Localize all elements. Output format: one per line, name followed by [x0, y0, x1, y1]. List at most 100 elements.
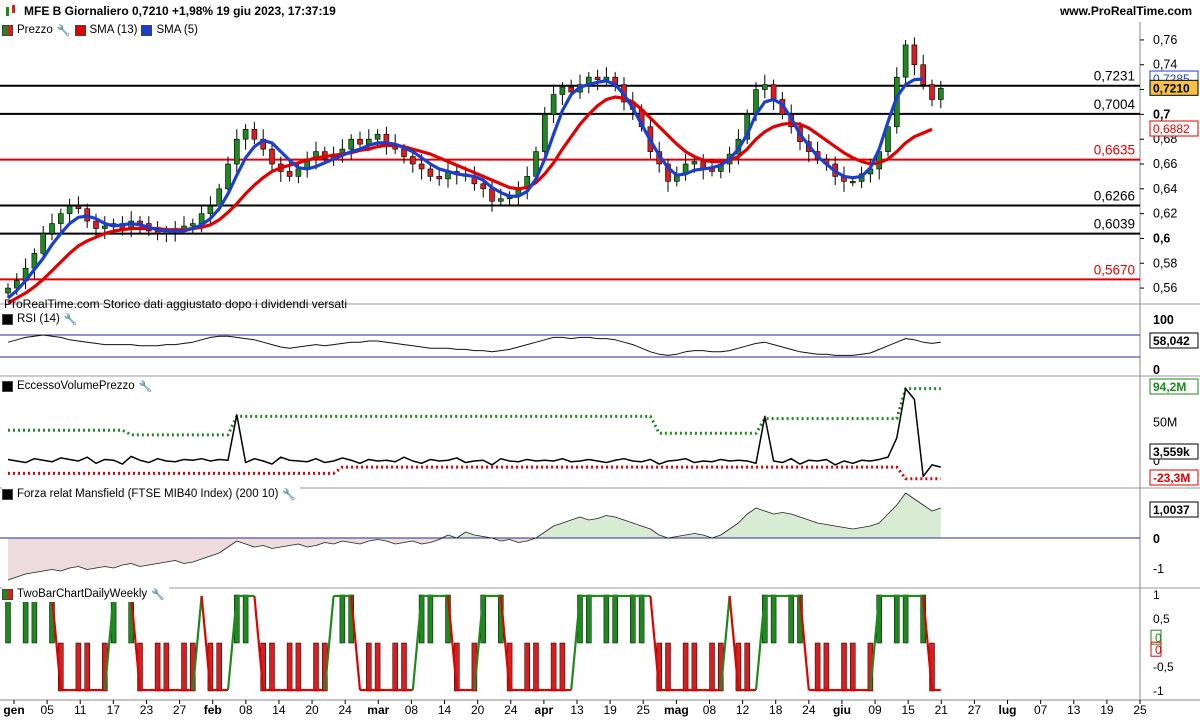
x-tick-label: 18: [769, 703, 783, 717]
candle-body: [594, 76, 601, 80]
x-tick-label: 24: [504, 703, 518, 717]
twobar-bar: [181, 642, 187, 692]
volume-main-line: [7, 387, 941, 478]
twobar-bar: [163, 642, 170, 692]
x-tick-label: 23: [140, 703, 154, 717]
twobar-bar: [709, 642, 715, 692]
candle-body: [357, 138, 363, 145]
twobar-bar: [22, 594, 29, 644]
legend-rsi[interactable]: RSI (14): [17, 313, 60, 325]
rsi-badge: 58,042: [1153, 334, 1190, 348]
sma13-line: [7, 95, 933, 305]
twobar-legend: TwoBarChartDailyWeekly 🔧: [2, 586, 169, 602]
candle-body: [489, 188, 495, 202]
twobar-bar: [339, 594, 346, 644]
x-tick-label: 19: [1100, 703, 1114, 717]
volume-tick-label: 50M: [1153, 416, 1177, 430]
candle-body: [40, 233, 47, 254]
twobar-bar: [84, 642, 90, 692]
price-tick-label: 0,62: [1153, 207, 1177, 221]
legend-volume[interactable]: EccessoVolumePrezzo: [17, 380, 135, 392]
x-tick-label: 13: [1067, 703, 1081, 717]
x-tick-label: 13: [570, 703, 584, 717]
candle-body: [190, 223, 196, 227]
candle-body: [374, 133, 381, 140]
twobar-tick-label: -1: [1153, 684, 1164, 698]
price-tick-label: 0,58: [1153, 256, 1177, 270]
mansfield-tick-label: 0: [1153, 532, 1160, 546]
wrench-icon[interactable]: 🔧: [64, 313, 78, 326]
volume-badge: 3,559k: [1153, 445, 1190, 459]
x-tick-label: 24: [802, 703, 816, 717]
candle-body: [929, 84, 935, 100]
x-tick-label: 09: [868, 703, 882, 717]
wrench-icon[interactable]: 🔧: [151, 588, 165, 601]
x-tick-label: 15: [901, 703, 915, 717]
twobar-bar: [533, 642, 539, 692]
mansfield-legend: Forza relat Mansfield (FTSE MIB40 Index)…: [2, 486, 301, 502]
rsi-line: [7, 334, 941, 356]
candle-body: [849, 181, 856, 184]
twobar-tick-label: -0,5: [1153, 660, 1174, 674]
rsi-legend: RSI (14) 🔧: [2, 311, 82, 327]
x-tick-label: 21: [935, 703, 949, 717]
level-label: 0,6635: [1094, 143, 1135, 158]
twobar-tick-label: 1: [1153, 588, 1160, 602]
wrench-icon[interactable]: 🔧: [139, 380, 153, 393]
legend-prezzo[interactable]: Prezzo: [17, 24, 53, 36]
candle-body: [691, 161, 698, 165]
price-tick-label: 0,7: [1153, 107, 1170, 121]
candle-body: [480, 183, 487, 190]
chart-canvas: 0,760,740,720,70,680,660,640,620,60,580,…: [0, 22, 1200, 717]
twobar-bar: [295, 642, 302, 692]
legend-sma13[interactable]: SMA (13): [90, 24, 138, 36]
rsi-tick-label: 0: [1153, 363, 1160, 377]
header-icon: [4, 4, 18, 18]
x-tick-label: feb: [204, 703, 222, 717]
legend-twobar[interactable]: TwoBarChartDailyWeekly: [17, 588, 147, 600]
sma13-swatch-icon: [74, 24, 86, 36]
twobar-bar: [744, 642, 750, 692]
candle-body: [102, 225, 108, 229]
candle-body: [66, 205, 73, 214]
legend-sma5[interactable]: SMA (5): [156, 24, 198, 36]
twobar-bar: [630, 594, 636, 644]
wrench-icon[interactable]: 🔧: [57, 24, 71, 37]
volume-lower-line: [8, 465, 941, 481]
candle-body: [286, 171, 293, 177]
candle-body: [770, 84, 777, 100]
twobar-bar: [665, 642, 671, 692]
site-name[interactable]: www.ProRealTime.com: [1060, 4, 1192, 18]
price-badge: 0,6882: [1153, 122, 1190, 136]
wrench-icon[interactable]: 🔧: [282, 488, 296, 501]
candle-body: [93, 220, 99, 229]
twobar-bar: [586, 594, 592, 644]
twobar-bar: [638, 594, 645, 644]
twobar-bar: [5, 594, 11, 644]
level-label: 0,6266: [1094, 188, 1135, 203]
x-tick-label: 14: [272, 703, 286, 717]
x-tick-label: 11: [74, 703, 87, 717]
price-swatch-icon: [2, 24, 13, 36]
x-tick-label: 24: [338, 703, 352, 717]
x-tick-label: 17: [107, 703, 121, 717]
twobar-bar: [603, 594, 610, 644]
data-source-note: ProRealTime.com Storico dati aggiustato …: [4, 297, 348, 311]
rsi-swatch-icon: [2, 313, 13, 325]
legend-mansfield[interactable]: Forza relat Mansfield (FTSE MIB40 Index)…: [17, 488, 278, 500]
candle-body: [418, 163, 425, 170]
volume-swatch-icon: [2, 380, 13, 392]
twobar-bar: [242, 594, 249, 644]
twobar-bar: [427, 594, 434, 644]
x-tick-label: 19: [603, 703, 617, 717]
twobar-bar: [612, 594, 618, 644]
candle-body: [57, 213, 64, 224]
twobar-bar: [550, 642, 557, 692]
price-badge: 0,7210: [1153, 81, 1190, 95]
price-tick-label: 0,76: [1153, 33, 1177, 47]
x-tick-label: 25: [1133, 703, 1147, 717]
twobar-bar: [823, 642, 830, 692]
x-tick-label: 05: [40, 703, 54, 717]
level-label: 0,7004: [1094, 97, 1136, 112]
twobar-bar: [902, 594, 909, 644]
